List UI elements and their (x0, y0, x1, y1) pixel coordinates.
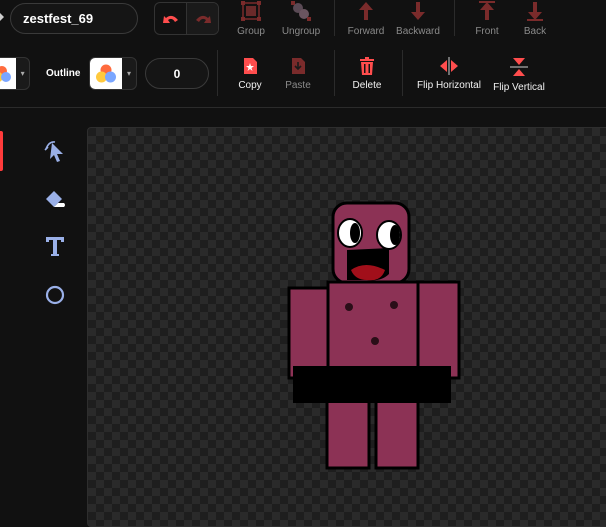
flip-vertical-label: Flip Vertical (493, 82, 545, 93)
toolbar-divider (334, 0, 335, 36)
backward-button[interactable]: Backward (388, 0, 448, 37)
undo-redo-group (154, 2, 219, 35)
toolbar-bottom-divider (0, 107, 606, 108)
flip-horizontal-label: Flip Horizontal (417, 80, 481, 91)
mode-indicator (0, 131, 3, 171)
costume-nav-arrow (0, 13, 4, 21)
ungroup-button[interactable]: Ungroup (271, 0, 331, 37)
forward-label: Forward (347, 26, 385, 37)
eraser-icon (46, 191, 65, 207)
front-label: Front (475, 26, 499, 37)
color-wheel-icon (96, 64, 116, 82)
copy-label: Copy (238, 80, 262, 91)
circle-tool-button[interactable] (40, 280, 70, 310)
chevron-down-icon: ▾ (126, 69, 131, 78)
chevron-down-icon: ▾ (20, 69, 25, 78)
circle-icon (45, 285, 65, 305)
back-icon (527, 2, 543, 21)
flip-vertical-icon (510, 58, 528, 76)
back-button[interactable]: Back (505, 0, 565, 37)
outline-label: Outline (46, 68, 81, 79)
outline-color-picker[interactable]: ▾ (89, 57, 137, 90)
flip-vertical-button[interactable]: Flip Vertical (489, 56, 549, 93)
flip-horizontal-button[interactable]: Flip Horizontal (417, 56, 481, 91)
group-label: Group (237, 26, 265, 37)
flip-horizontal-icon (440, 57, 458, 75)
paste-icon (292, 58, 305, 74)
toolbar-divider (334, 50, 335, 96)
front-icon (479, 1, 495, 20)
delete-label: Delete (352, 80, 382, 91)
reshape-select-icon (44, 141, 63, 162)
character-right-arm (415, 280, 461, 380)
eraser-tool-button[interactable] (40, 185, 70, 215)
outline-swatch (90, 58, 122, 89)
ungroup-label: Ungroup (281, 26, 321, 37)
redo-icon (195, 15, 211, 23)
text-icon (46, 237, 64, 256)
forward-icon (359, 2, 373, 20)
backward-label: Backward (396, 26, 440, 37)
toolbar-divider (454, 0, 455, 36)
text-tool-button[interactable] (40, 231, 70, 261)
paste-button[interactable]: Paste (268, 56, 328, 91)
paste-label: Paste (285, 80, 311, 91)
back-label: Back (523, 26, 547, 37)
character-left-arm (287, 286, 333, 380)
costume-character-drawing[interactable] (285, 200, 465, 475)
outline-width-input[interactable] (145, 58, 209, 89)
toolbar-divider (217, 50, 218, 96)
undo-icon (162, 15, 178, 23)
color-wheel-icon (0, 65, 11, 82)
backward-icon (411, 2, 425, 20)
fill-color-picker[interactable]: ▾ (0, 57, 30, 90)
toolbar-divider (402, 50, 403, 96)
copy-icon (244, 58, 257, 74)
trash-icon (360, 57, 374, 75)
fill-swatch (0, 58, 17, 89)
character-black-bar (293, 366, 451, 403)
undo-button[interactable] (155, 3, 186, 34)
costume-name-input[interactable] (10, 3, 138, 34)
group-icon (241, 1, 261, 21)
ungroup-icon (291, 1, 311, 21)
redo-button[interactable] (186, 3, 218, 34)
delete-button[interactable]: Delete (337, 56, 397, 91)
character-left-leg (325, 396, 371, 470)
character-right-leg (374, 396, 420, 470)
forward-button[interactable]: Forward (336, 0, 396, 37)
select-tool-button[interactable] (40, 137, 70, 167)
